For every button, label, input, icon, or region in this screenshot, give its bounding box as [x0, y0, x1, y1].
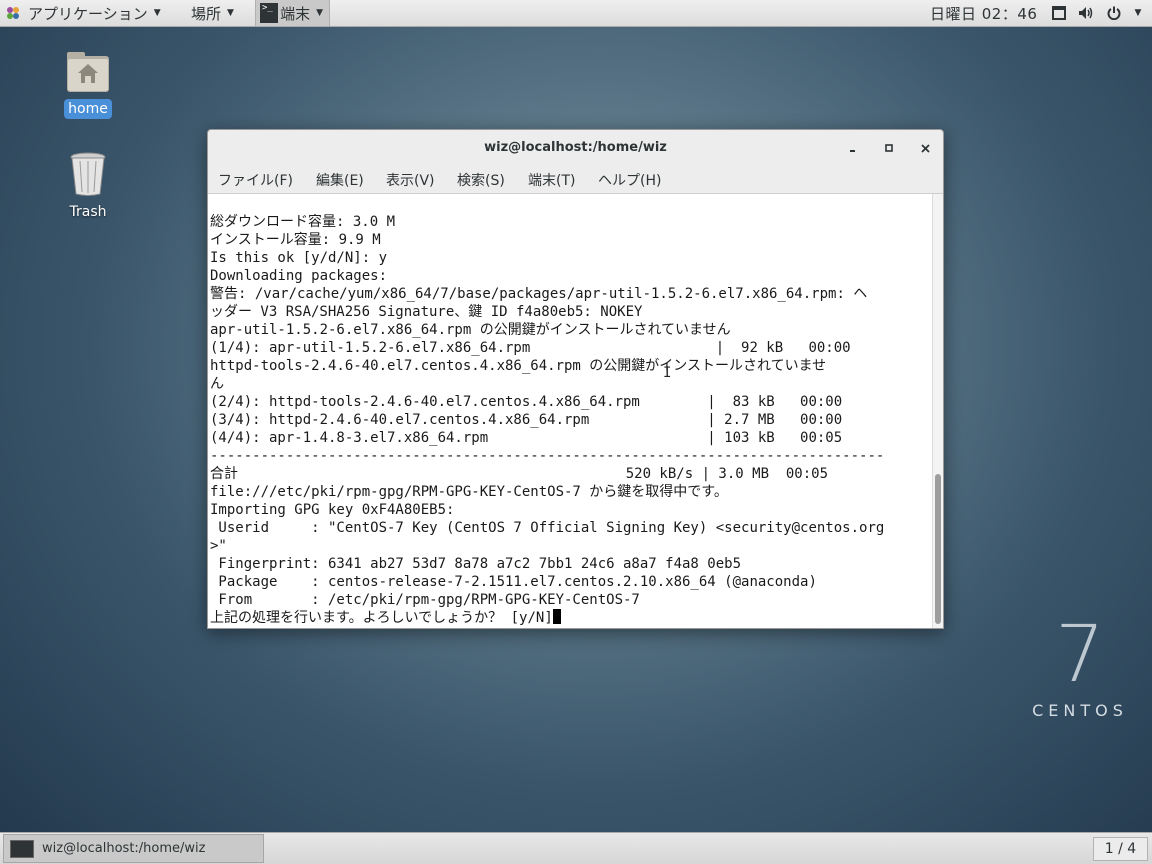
terminal-line: (2/4): httpd-tools-2.4.6-40.el7.centos.4…	[210, 394, 843, 410]
menu-search[interactable]: 検索(S)	[457, 170, 505, 190]
volume-icon[interactable]	[1076, 3, 1096, 23]
terminal-line: httpd-tools-2.4.6-40.el7.centos.4.x86_64…	[210, 358, 827, 374]
prompt-text: 上記の処理を行います。よろしいでしょうか？ [y/N]	[210, 610, 553, 626]
ibeam-cursor-icon: I	[663, 365, 672, 381]
terminal-line: >"	[210, 538, 227, 554]
taskbar-window-button[interactable]: wiz@localhost:/home/wiz	[3, 834, 264, 863]
menu-view[interactable]: 表示(V)	[386, 170, 435, 190]
active-app-label: 端末	[280, 4, 311, 23]
terminal-line: apr-util-1.5.2-6.el7.x86_64.rpm の公開鍵がインス…	[210, 322, 731, 338]
terminal-line: 警告: /var/cache/yum/x86_64/7/base/package…	[210, 286, 868, 302]
terminal-line: ん	[210, 376, 224, 392]
maximize-button[interactable]	[879, 138, 899, 158]
terminal-scrollbar[interactable]	[932, 194, 943, 628]
terminal-icon	[10, 839, 34, 858]
terminal-line: ッダー V3 RSA/SHA256 Signature、鍵 ID f4a80eb…	[210, 304, 643, 320]
window-title: wiz@localhost:/home/wiz	[484, 140, 667, 155]
chevron-down-icon: ▼	[316, 8, 323, 18]
terminal-line: (1/4): apr-util-1.5.2-6.el7.x86_64.rpm |…	[210, 340, 851, 356]
terminal-line: Package : centos-release-7-2.1511.el7.ce…	[210, 574, 817, 590]
applications-label: アプリケーション	[28, 4, 148, 23]
menu-help[interactable]: ヘルプ(H)	[598, 170, 661, 190]
terminal-line: Userid : "CentOS-7 Key (CentOS 7 Officia…	[210, 520, 885, 536]
workspace-switcher[interactable]: 1 / 4	[1093, 837, 1148, 861]
terminal-line: インストール容量: 9.9 M	[210, 232, 381, 248]
home-label: home	[64, 99, 112, 119]
active-app-menu[interactable]: >_ 端末 ▼	[255, 0, 330, 26]
chevron-down-icon: ▼	[153, 8, 161, 18]
terminal-icon: >_	[260, 3, 279, 23]
chevron-down-icon: ▼	[227, 8, 234, 18]
chevron-down-icon[interactable]: ▼	[1128, 3, 1148, 23]
centos-branding: 7 CENTOS	[1025, 615, 1135, 720]
clock[interactable]: 日曜日 02：46	[930, 0, 1037, 26]
top-panel: アプリケーション ▼ 場所 ▼ >_ 端末 ▼ 日曜日 02：46 ▼	[0, 0, 1152, 27]
terminal-line: file:///etc/pki/rpm-gpg/RPM-GPG-KEY-Cent…	[210, 484, 728, 500]
trash-icon	[68, 151, 108, 197]
terminal-window[interactable]: wiz@localhost:/home/wiz ファイル(F) 編集(E) 表示…	[207, 129, 944, 629]
minimize-button[interactable]	[843, 138, 863, 158]
home-folder-icon	[65, 50, 111, 94]
trash-label: Trash	[69, 204, 107, 220]
menu-edit[interactable]: 編集(E)	[316, 170, 364, 190]
terminal-line: From : /etc/pki/rpm-gpg/RPM-GPG-KEY-Cent…	[210, 592, 640, 608]
menu-bar: ファイル(F) 編集(E) 表示(V) 検索(S) 端末(T) ヘルプ(H)	[208, 166, 943, 194]
places-label: 場所	[191, 4, 222, 23]
window-titlebar[interactable]: wiz@localhost:/home/wiz	[208, 130, 943, 166]
window-icon[interactable]	[1049, 3, 1069, 23]
terminal-line: (4/4): apr-1.4.8-3.el7.x86_64.rpm | 103 …	[210, 430, 843, 446]
text-cursor	[552, 609, 561, 624]
bottom-panel: wiz@localhost:/home/wiz 1 / 4	[0, 832, 1152, 864]
menu-terminal[interactable]: 端末(T)	[528, 170, 575, 190]
terminal-output[interactable]: 総ダウンロード容量: 3.0 M インストール容量: 9.9 M Is this…	[208, 194, 932, 628]
power-icon[interactable]	[1104, 3, 1124, 23]
desktop-trash-icon[interactable]: Trash	[58, 151, 118, 222]
centos-wordmark: CENTOS	[1032, 701, 1128, 720]
terminal-line: Importing GPG key 0xF4A80EB5:	[210, 502, 455, 518]
applications-menu[interactable]: アプリケーション ▼	[6, 0, 161, 26]
terminal-line: 総ダウンロード容量: 3.0 M	[210, 214, 396, 230]
centos-version-number: 7	[1055, 610, 1105, 700]
terminal-prompt-line: 上記の処理を行います。よろしいでしょうか？ [y/N]	[210, 609, 561, 627]
applications-icon	[6, 6, 20, 20]
terminal-line: 合計 520 kB/s | 3.0 MB 00:05	[210, 466, 829, 482]
terminal-line: (3/4): httpd-2.4.6-40.el7.centos.4.x86_6…	[210, 412, 843, 428]
desktop-home-icon[interactable]: home	[58, 50, 118, 119]
terminal-line: Downloading packages:	[210, 268, 388, 284]
scrollbar-thumb[interactable]	[935, 474, 941, 624]
places-menu[interactable]: 場所 ▼	[191, 0, 234, 26]
terminal-line: Is this ok [y/d/N]: y	[210, 250, 388, 266]
menu-file[interactable]: ファイル(F)	[218, 170, 293, 190]
terminal-line: ----------------------------------------…	[210, 448, 885, 464]
terminal-line: Fingerprint: 6341 ab27 53d7 8a78 a7c2 7b…	[210, 556, 742, 572]
close-button[interactable]	[915, 138, 935, 158]
taskbar-window-label: wiz@localhost:/home/wiz	[42, 841, 206, 856]
